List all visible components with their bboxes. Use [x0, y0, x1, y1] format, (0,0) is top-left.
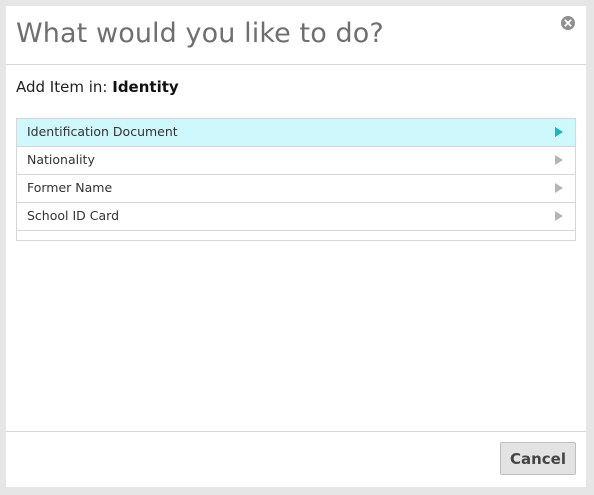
context-prefix: Add Item in: — [16, 78, 108, 96]
add-item-context: Add Item in: Identity — [16, 78, 179, 96]
list-item-nationality[interactable]: Nationality — [17, 147, 575, 175]
chevron-right-icon — [555, 155, 563, 165]
close-icon[interactable] — [561, 16, 575, 30]
list-item-label: Former Name — [27, 180, 113, 195]
add-item-dialog: What would you like to do? Add Item in: … — [6, 6, 586, 487]
dialog-header: What would you like to do? — [6, 6, 586, 65]
list-item-label: Identification Document — [27, 124, 178, 139]
item-type-list: Identification Document Nationality Form… — [16, 118, 576, 241]
context-name: Identity — [112, 78, 179, 96]
list-item-label: Nationality — [27, 152, 95, 167]
list-item-school-id-card[interactable]: School ID Card — [17, 203, 575, 231]
list-item-label: School ID Card — [27, 208, 119, 223]
list-item-former-name[interactable]: Former Name — [17, 175, 575, 203]
chevron-right-icon — [555, 127, 563, 137]
chevron-right-icon — [555, 183, 563, 193]
chevron-right-icon — [555, 211, 563, 221]
footer-divider — [6, 431, 586, 432]
cancel-button[interactable]: Cancel — [500, 442, 576, 475]
dialog-title: What would you like to do? — [16, 18, 384, 49]
list-item-identification-document[interactable]: Identification Document — [17, 119, 575, 147]
